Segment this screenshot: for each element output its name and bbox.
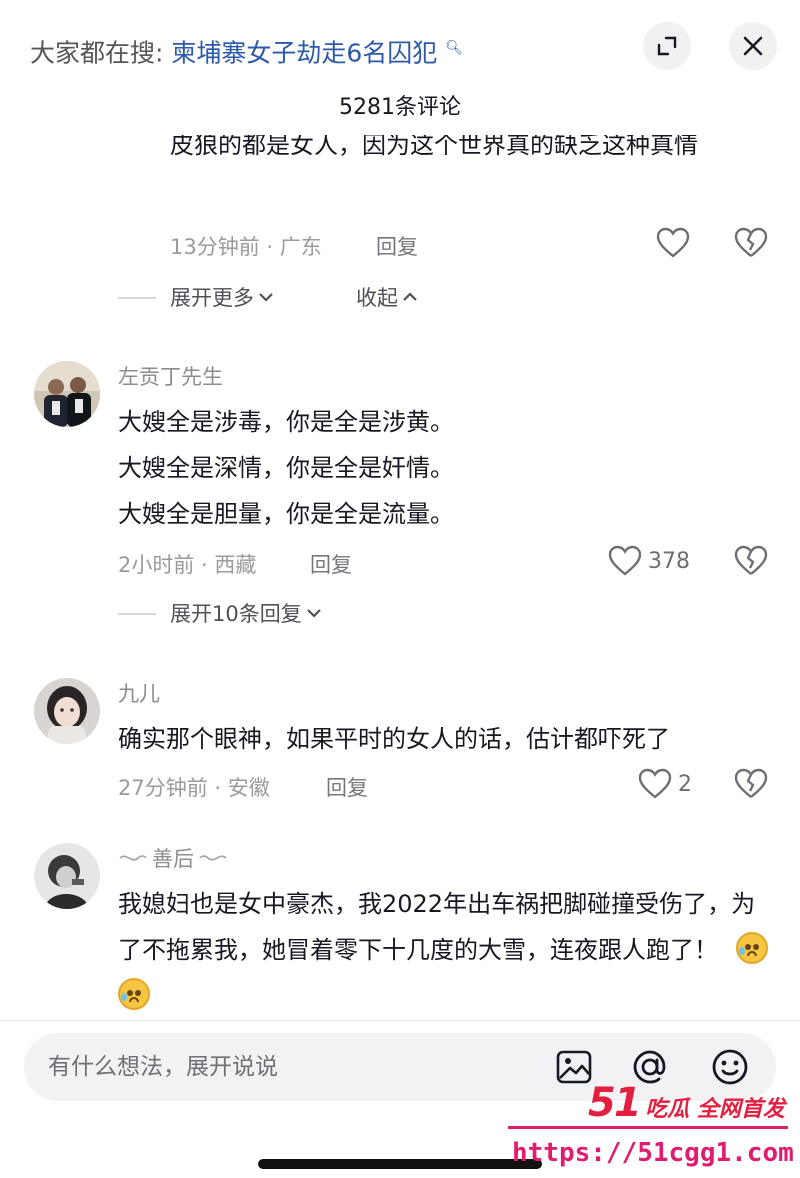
crying-emoji-icon bbox=[118, 978, 150, 1010]
reply-divider bbox=[118, 613, 156, 615]
chevron-up-icon bbox=[403, 292, 417, 301]
heart-icon bbox=[608, 545, 642, 576]
broken-heart-icon bbox=[734, 227, 768, 257]
expand-more-label: 展开更多 bbox=[170, 286, 254, 310]
username: 善后 bbox=[152, 847, 194, 871]
expand-replies-button[interactable]: 展开10条回复 bbox=[170, 598, 322, 628]
comment-meta: 27分钟前 · 安徽 bbox=[118, 776, 270, 800]
comment-text: 我媳妇也是女中豪杰，我2022年出车祸把脚碰撞受伤了，为了不拖累我，她冒着零下十… bbox=[118, 881, 778, 1019]
dislike-button[interactable] bbox=[734, 768, 768, 804]
expand-replies-label: 展开10条回复 bbox=[170, 602, 302, 626]
avatar[interactable] bbox=[34, 678, 100, 744]
dislike-button[interactable] bbox=[734, 227, 768, 263]
reply-button[interactable]: 回复 bbox=[326, 772, 368, 802]
reply-divider bbox=[118, 297, 156, 299]
swirl-left-icon bbox=[119, 855, 147, 861]
heart-icon bbox=[638, 768, 672, 799]
username[interactable]: 九儿 bbox=[118, 678, 160, 708]
comment-meta: 2小时前 · 西藏 bbox=[118, 553, 257, 577]
broken-heart-icon bbox=[734, 545, 768, 575]
home-indicator[interactable] bbox=[258, 1159, 542, 1169]
comment-meta: 13分钟前 · 广东 bbox=[170, 235, 322, 259]
watermark-divider bbox=[508, 1126, 788, 1129]
close-button[interactable] bbox=[729, 22, 777, 70]
search-suggestion[interactable]: 大家都在搜: 柬埔寨女子劫走6名囚犯 🔍︎ bbox=[30, 30, 463, 71]
comment-line: 大嫂全是涉毒，你是全是涉黄。 bbox=[118, 408, 454, 436]
reply-button[interactable]: 回复 bbox=[376, 231, 418, 261]
comment-count: 5281条评论 bbox=[339, 95, 461, 120]
search-topic-link[interactable]: 柬埔寨女子劫走6名囚犯 bbox=[171, 38, 437, 67]
dislike-button[interactable] bbox=[734, 545, 768, 581]
like-button[interactable] bbox=[656, 227, 690, 259]
broken-heart-icon bbox=[734, 768, 768, 798]
crying-emoji-icon bbox=[735, 932, 768, 964]
collapse-label: 收起 bbox=[356, 286, 398, 310]
comment-list[interactable]: 皮狼的都是女人，因为这个世界真的缺乏这种真情 13分钟前 · 广东 回复 展开更… bbox=[0, 135, 800, 1020]
comment-text: 确实那个眼神，如果平时的女人的话，估计都吓死了 bbox=[118, 716, 788, 762]
watermark-logo-number: 51 bbox=[588, 1080, 642, 1126]
watermark-logo: 51 吃瓜 全网首发 bbox=[588, 1080, 785, 1126]
input-placeholder: 有什么想法，展开说说 bbox=[48, 1054, 278, 1080]
comments-header: 大家都在搜: 柬埔寨女子劫走6名囚犯 🔍︎ 5281条评论 bbox=[0, 0, 800, 135]
comment-text-partial: 皮狼的都是女人，因为这个世界真的缺乏这种真情 bbox=[170, 135, 698, 159]
like-button[interactable]: 2 bbox=[638, 768, 692, 800]
swirl-right-icon bbox=[199, 855, 227, 861]
avatar[interactable] bbox=[34, 361, 100, 427]
comment-line: 大嫂全是深情，你是全是奸情。 bbox=[118, 454, 454, 482]
heart-icon bbox=[656, 227, 690, 258]
search-icon: 🔍︎ bbox=[445, 40, 464, 56]
expand-button[interactable] bbox=[643, 22, 691, 70]
username-row[interactable]: 善后 bbox=[118, 843, 228, 873]
reply-button[interactable]: 回复 bbox=[310, 549, 352, 579]
image-icon bbox=[556, 1050, 592, 1084]
chevron-down-icon bbox=[306, 609, 321, 618]
comment-line: 确实那个眼神，如果平时的女人的话，估计都吓死了 bbox=[118, 725, 670, 753]
chevron-down-icon bbox=[259, 293, 273, 302]
like-button[interactable]: 378 bbox=[608, 545, 690, 577]
avatar[interactable] bbox=[34, 843, 100, 909]
watermark-logo-text: 吃瓜 全网首发 bbox=[645, 1097, 785, 1122]
comment-body: 我媳妇也是女中豪杰，我2022年出车祸把脚碰撞受伤了，为了不拖累我，她冒着零下十… bbox=[118, 890, 756, 964]
like-count: 2 bbox=[678, 771, 692, 797]
watermark-url: https://51cgg1.com bbox=[512, 1138, 794, 1168]
username[interactable]: 左贡丁先生 bbox=[118, 361, 223, 391]
like-count: 378 bbox=[648, 548, 690, 574]
expand-icon bbox=[657, 36, 677, 56]
close-icon bbox=[743, 36, 763, 56]
expand-more-replies[interactable]: 展开更多 bbox=[170, 282, 274, 312]
search-prefix: 大家都在搜: bbox=[30, 38, 164, 68]
comment-line: 大嫂全是胆量，你是全是流量。 bbox=[118, 500, 454, 528]
comment-text: 大嫂全是涉毒，你是全是涉黄。 大嫂全是深情，你是全是奸情。 大嫂全是胆量，你是全… bbox=[118, 399, 778, 537]
collapse-replies[interactable]: 收起 bbox=[356, 282, 418, 312]
